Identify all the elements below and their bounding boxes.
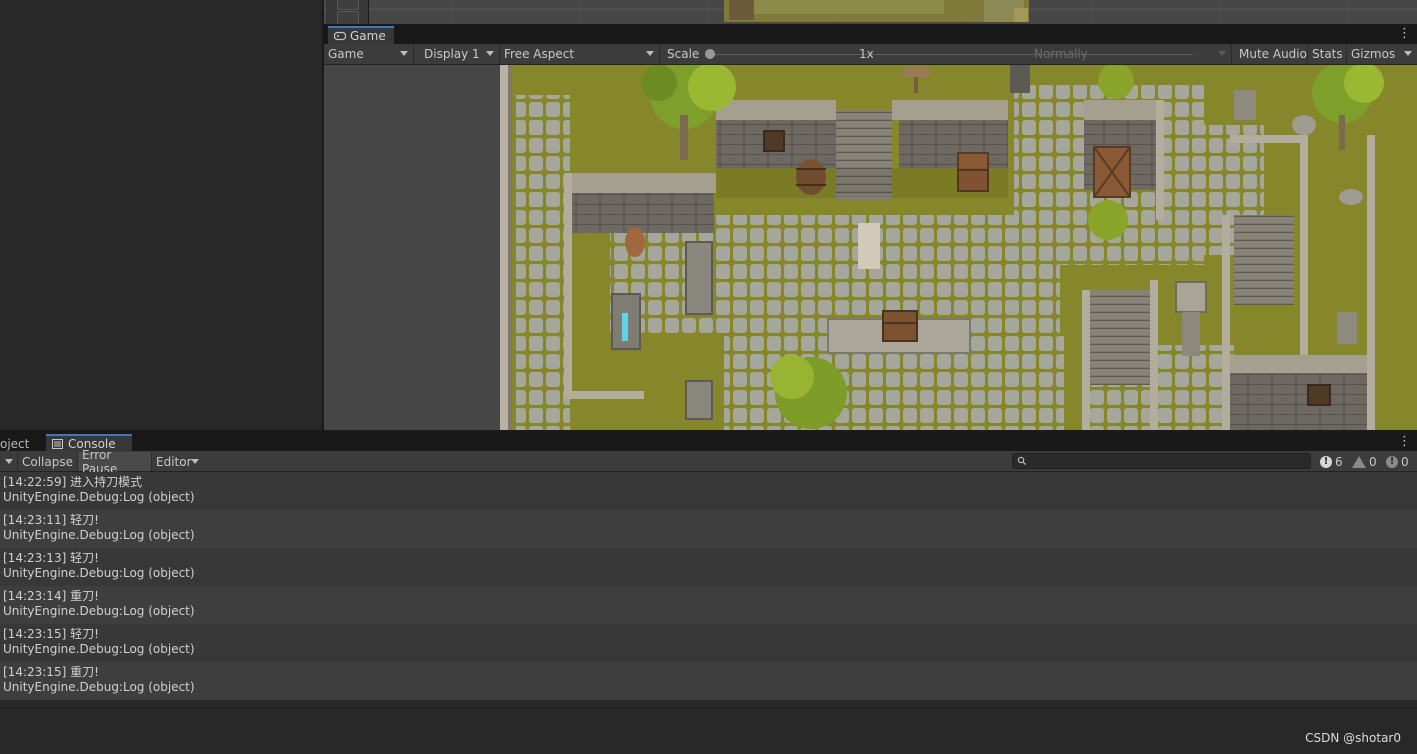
console-search-input[interactable] [1012, 453, 1311, 469]
hierarchy-panel [0, 0, 322, 430]
scene-tools-overlay [326, 0, 369, 25]
scene-view-strip[interactable] [324, 0, 1417, 24]
gizmos-label: Gizmos [1351, 47, 1396, 61]
log-entry[interactable]: [14:23:15] 轻刀! UnityEngine.Debug:Log (ob… [0, 624, 1417, 662]
display-select-value: Display 1 [424, 47, 480, 61]
scale-slider[interactable]: Scale 1x [663, 44, 1193, 64]
console-log-list[interactable]: [14:22:59] 进入持刀模式 UnityEngine.Debug:Log … [0, 472, 1417, 708]
play-focus-select[interactable]: Normally [1030, 44, 1232, 64]
info-count-toggle[interactable]: ! 6 [1320, 452, 1343, 471]
editor-label: Editor [156, 454, 192, 469]
view-select-value: Game [328, 47, 364, 61]
display-select[interactable]: Display 1 [420, 44, 500, 64]
chevron-down-icon [400, 51, 408, 56]
chevron-down-icon [5, 459, 13, 464]
tab-game-label: Game [350, 29, 386, 43]
chevron-down-icon [646, 51, 654, 56]
error-count: 0 [1401, 454, 1409, 469]
chevron-down-icon [191, 459, 199, 464]
view-select[interactable]: Game [324, 44, 414, 64]
console-menu-icon[interactable]: ⋮ [1398, 434, 1411, 449]
stats-label: Stats [1312, 47, 1343, 61]
aspect-select[interactable]: Free Aspect [500, 44, 660, 64]
error-icon: ! [1386, 455, 1398, 468]
log-entry[interactable]: [14:23:11] 轻刀! UnityEngine.Debug:Log (ob… [0, 510, 1417, 548]
scale-slider-knob[interactable] [705, 49, 715, 59]
info-count: 6 [1335, 454, 1343, 469]
gamepad-icon [334, 31, 346, 41]
error-pause-toggle[interactable]: Error Pause [78, 448, 152, 476]
game-render [500, 65, 1417, 430]
log-entry[interactable]: [14:23:13] 轻刀! UnityEngine.Debug:Log (ob… [0, 548, 1417, 586]
log-entry[interactable]: [14:23:15] 重刀! UnityEngine.Debug:Log (ob… [0, 662, 1417, 700]
watermark: CSDN @shotar0 [1305, 731, 1401, 745]
chevron-down-icon [1218, 51, 1226, 56]
rect-tool-icon[interactable] [337, 11, 359, 25]
mute-audio-label: Mute Audio [1239, 47, 1307, 61]
log-message: [14:23:14] 重刀! [3, 589, 99, 603]
tab-game[interactable]: Game [328, 26, 394, 44]
log-stacktrace: UnityEngine.Debug:Log (object) [3, 680, 195, 694]
aspect-select-value: Free Aspect [504, 47, 575, 61]
error-count-toggle[interactable]: ! 0 [1386, 452, 1409, 471]
log-stacktrace: UnityEngine.Debug:Log (object) [3, 490, 195, 504]
console-toolbar: Collapse Error Pause Editor ! 6 0 ! 0 [0, 448, 1417, 476]
warning-count: 0 [1369, 454, 1377, 469]
chevron-down-icon [1404, 51, 1412, 56]
log-entry[interactable]: [14:23:14] 重刀! UnityEngine.Debug:Log (ob… [0, 586, 1417, 624]
game-view[interactable] [324, 65, 1417, 430]
log-stacktrace: UnityEngine.Debug:Log (object) [3, 604, 195, 618]
log-stacktrace: UnityEngine.Debug:Log (object) [3, 566, 195, 580]
scene-grid [324, 0, 1417, 24]
play-focus-value: Normally [1034, 47, 1088, 61]
log-detail-splitter[interactable] [0, 707, 1417, 708]
log-message: [14:23:13] 轻刀! [3, 551, 99, 565]
log-entry[interactable]: [14:22:59] 进入持刀模式 UnityEngine.Debug:Log … [0, 472, 1417, 510]
stats-toggle[interactable]: Stats [1308, 44, 1347, 64]
chevron-down-icon [486, 51, 494, 56]
console-icon [52, 439, 63, 449]
log-stacktrace: UnityEngine.Debug:Log (object) [3, 528, 195, 542]
game-tab-row: Game ⋮ [324, 24, 1417, 44]
warning-icon [1352, 455, 1366, 468]
search-icon [1017, 456, 1026, 465]
tab-project-label: oject [0, 436, 30, 451]
collapse-label: Collapse [22, 454, 73, 469]
scale-label: Scale [667, 47, 700, 61]
info-icon: ! [1320, 455, 1332, 468]
scale-value: 1x [859, 47, 874, 61]
warning-count-toggle[interactable]: 0 [1352, 452, 1377, 471]
log-stacktrace: UnityEngine.Debug:Log (object) [3, 642, 195, 656]
clear-options-dropdown[interactable] [0, 452, 18, 471]
log-message: [14:22:59] 进入持刀模式 [3, 475, 143, 489]
mute-audio-toggle[interactable]: Mute Audio [1235, 44, 1308, 64]
tab-project[interactable]: oject [0, 435, 29, 452]
log-message: [14:23:15] 重刀! [3, 665, 99, 679]
log-message: [14:23:15] 轻刀! [3, 627, 99, 641]
editor-dropdown[interactable]: Editor [152, 452, 202, 471]
rotate-tool-icon[interactable] [337, 0, 359, 10]
game-panel-menu-icon[interactable]: ⋮ [1398, 26, 1411, 41]
game-toolbar: Game Display 1 Free Aspect Scale 1x Norm… [324, 44, 1417, 65]
console-tab-row: oject Console ⋮ [0, 432, 1417, 452]
log-message: [14:23:11] 轻刀! [3, 513, 99, 527]
gizmos-toggle[interactable]: Gizmos [1347, 44, 1417, 64]
collapse-toggle[interactable]: Collapse [18, 452, 78, 471]
